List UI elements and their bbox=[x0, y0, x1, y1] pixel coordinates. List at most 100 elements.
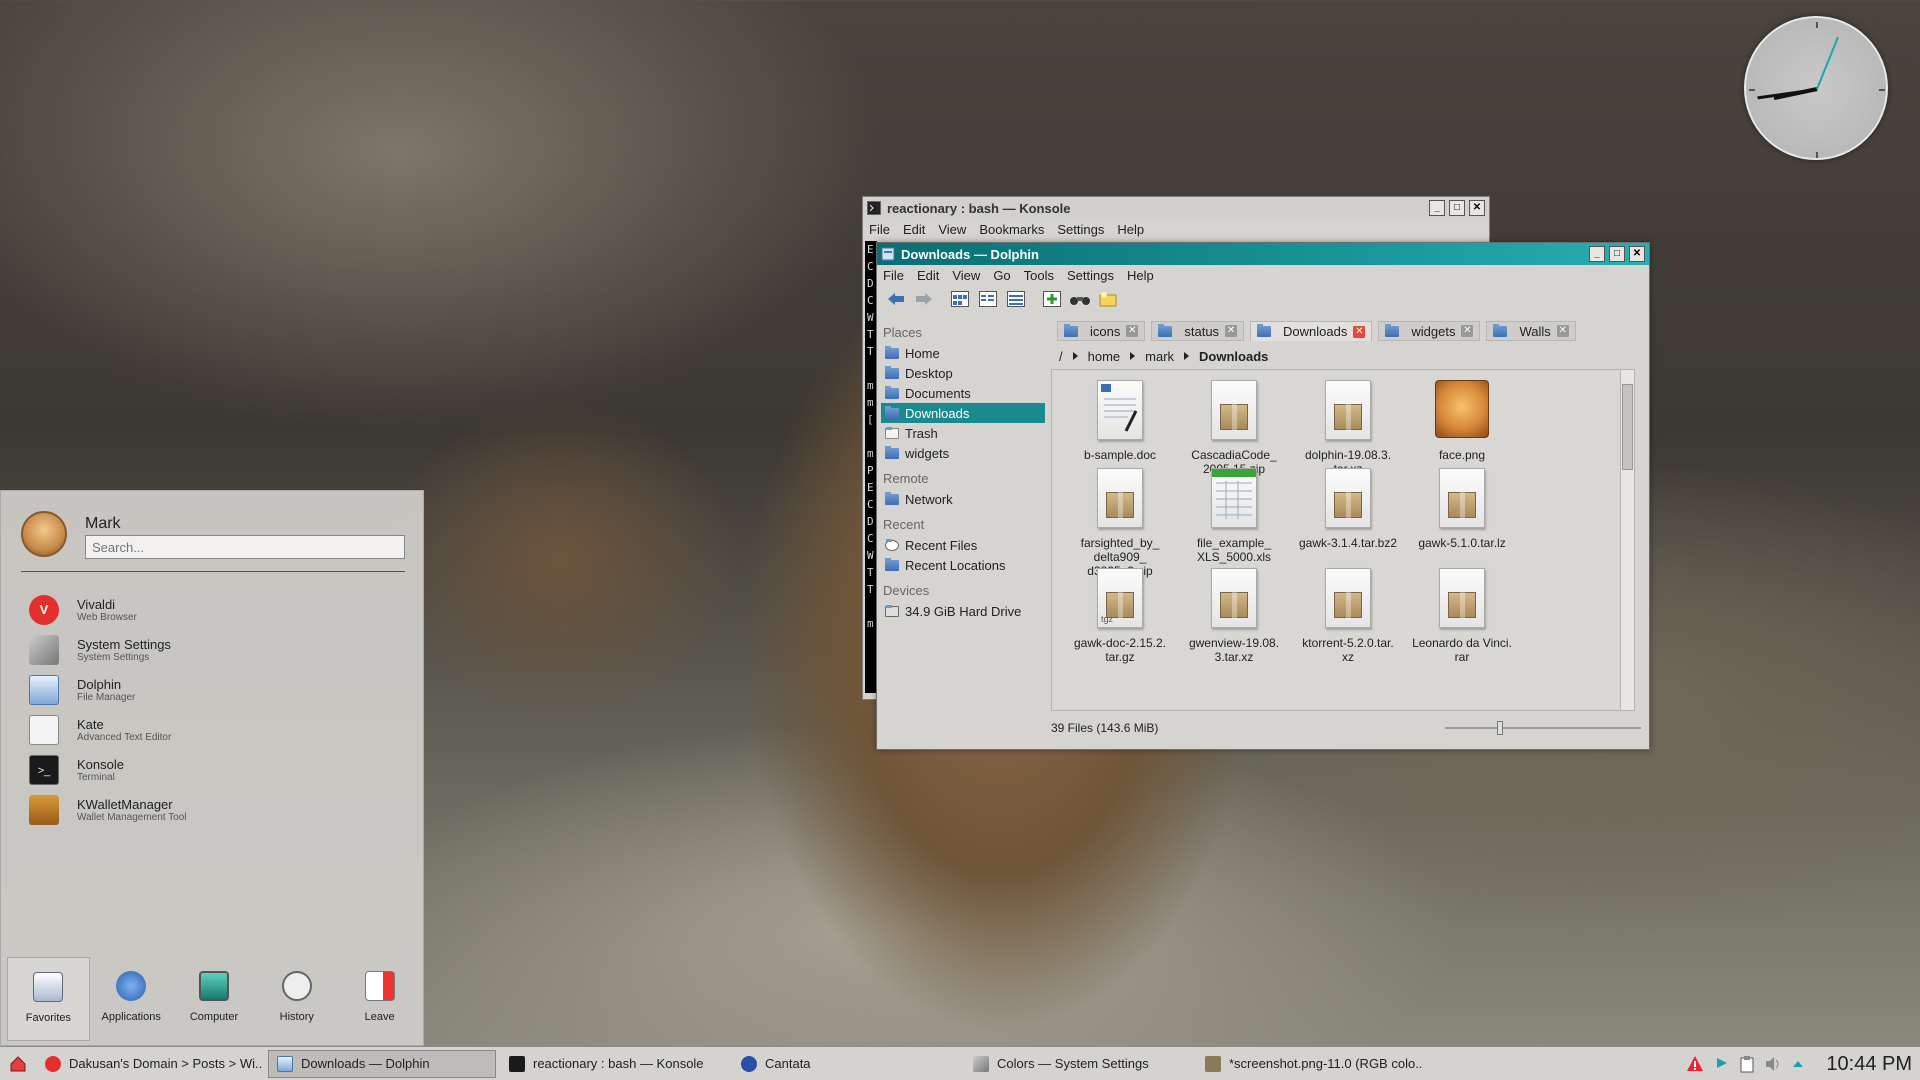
tab-leave[interactable]: Leave bbox=[338, 957, 421, 1041]
task-system-settings[interactable]: Colors — System Settings bbox=[964, 1050, 1192, 1078]
launcher-button[interactable] bbox=[4, 1050, 32, 1078]
dolphin-titlebar[interactable]: Downloads — Dolphin _ □ ✕ bbox=[877, 243, 1649, 265]
minimize-button[interactable]: _ bbox=[1589, 246, 1605, 262]
warning-icon[interactable] bbox=[1686, 1055, 1704, 1073]
file-item[interactable]: tgz gawk-doc-2.15.2. tar.gz bbox=[1060, 568, 1180, 664]
zoom-slider[interactable] bbox=[1445, 721, 1641, 735]
volume-icon[interactable] bbox=[1764, 1056, 1782, 1072]
scrollbar-thumb[interactable] bbox=[1622, 384, 1633, 470]
task-dolphin[interactable]: Downloads — Dolphin bbox=[268, 1049, 496, 1078]
menu-help[interactable]: Help bbox=[1127, 268, 1154, 283]
taskbar-clock[interactable]: 10:44 PM bbox=[1826, 1053, 1912, 1076]
details-view-button[interactable] bbox=[1005, 288, 1027, 310]
close-button[interactable]: ✕ bbox=[1629, 246, 1645, 262]
menu-help[interactable]: Help bbox=[1117, 222, 1144, 237]
file-item[interactable]: ktorrent-5.2.0.tar. xz bbox=[1288, 568, 1408, 664]
chevron-up-icon[interactable] bbox=[1792, 1058, 1804, 1070]
tab-applications[interactable]: Applications bbox=[90, 957, 173, 1041]
place-recent-files[interactable]: Recent Files bbox=[881, 535, 1045, 555]
icons-view-button[interactable] bbox=[949, 288, 971, 310]
menu-file[interactable]: File bbox=[883, 268, 904, 283]
breadcrumb-root[interactable]: / bbox=[1059, 349, 1063, 364]
flag-icon[interactable] bbox=[1714, 1056, 1730, 1072]
zoom-slider-handle[interactable] bbox=[1497, 721, 1503, 735]
menu-go[interactable]: Go bbox=[993, 268, 1010, 283]
file-item[interactable]: b-sample.doc bbox=[1060, 380, 1180, 462]
place-documents[interactable]: Documents bbox=[881, 383, 1045, 403]
file-item[interactable]: face.png bbox=[1402, 380, 1522, 462]
breadcrumb-home[interactable]: home bbox=[1088, 349, 1121, 364]
favorite-kwalletmanager[interactable]: KWalletManager Wallet Management Tool bbox=[29, 791, 409, 829]
divider bbox=[21, 571, 405, 572]
menu-tools[interactable]: Tools bbox=[1024, 268, 1054, 283]
file-item[interactable]: gawk-3.1.4.tar.bz2 bbox=[1288, 468, 1408, 550]
menu-edit[interactable]: Edit bbox=[917, 268, 939, 283]
place-recent-locations[interactable]: Recent Locations bbox=[881, 555, 1045, 575]
task-vivaldi[interactable]: Dakusan's Domain > Posts > Wi... bbox=[36, 1050, 264, 1078]
network-folder-icon bbox=[885, 491, 899, 505]
tab-downloads[interactable]: Downloads ✕ bbox=[1250, 321, 1373, 341]
place-trash[interactable]: Trash bbox=[881, 423, 1045, 443]
favorite-system-settings[interactable]: System Settings System Settings bbox=[29, 631, 409, 669]
menu-settings[interactable]: Settings bbox=[1057, 222, 1104, 237]
menu-view[interactable]: View bbox=[938, 222, 966, 237]
close-tab-icon[interactable]: ✕ bbox=[1126, 325, 1139, 337]
dolphin-window[interactable]: Downloads — Dolphin _ □ ✕ File Edit View… bbox=[876, 242, 1650, 750]
find-button[interactable] bbox=[1069, 288, 1091, 310]
breadcrumb-mark[interactable]: mark bbox=[1145, 349, 1174, 364]
place-desktop[interactable]: Desktop bbox=[881, 363, 1045, 383]
favorite-vivaldi[interactable]: V Vivaldi Web Browser bbox=[29, 591, 409, 629]
file-item[interactable]: gawk-5.1.0.tar.lz bbox=[1402, 468, 1522, 550]
device-hard-drive[interactable]: 34.9 GiB Hard Drive bbox=[881, 601, 1045, 621]
close-button[interactable]: ✕ bbox=[1469, 200, 1485, 216]
breadcrumb-downloads[interactable]: Downloads bbox=[1199, 349, 1268, 364]
menu-file[interactable]: File bbox=[869, 222, 890, 237]
tab-favorites[interactable]: Favorites bbox=[7, 957, 90, 1041]
new-folder-button[interactable] bbox=[1097, 288, 1119, 310]
tab-status[interactable]: status ✕ bbox=[1151, 321, 1245, 341]
minimize-button[interactable]: _ bbox=[1429, 200, 1445, 216]
forward-button[interactable] bbox=[913, 288, 935, 310]
close-tab-icon[interactable]: ✕ bbox=[1225, 325, 1238, 337]
tab-computer[interactable]: Computer bbox=[173, 957, 256, 1041]
back-button[interactable] bbox=[885, 288, 907, 310]
task-cantata[interactable]: Cantata bbox=[732, 1050, 960, 1078]
file-item[interactable]: dolphin-19.08.3. tar.xz bbox=[1288, 380, 1408, 476]
close-tab-icon[interactable]: ✕ bbox=[1556, 325, 1569, 337]
compact-view-button[interactable] bbox=[977, 288, 999, 310]
place-network[interactable]: Network bbox=[881, 489, 1045, 509]
favorite-kate[interactable]: Kate Advanced Text Editor bbox=[29, 711, 409, 749]
place-downloads[interactable]: Downloads bbox=[881, 403, 1045, 423]
tab-widgets[interactable]: widgets ✕ bbox=[1378, 321, 1481, 341]
tab-walls[interactable]: Walls ✕ bbox=[1486, 321, 1576, 341]
favorite-dolphin[interactable]: Dolphin File Manager bbox=[29, 671, 409, 709]
tab-history[interactable]: History bbox=[255, 957, 338, 1041]
konsole-titlebar[interactable]: reactionary : bash — Konsole _ □ ✕ bbox=[863, 197, 1489, 219]
menu-view[interactable]: View bbox=[952, 268, 980, 283]
tab-label: Leave bbox=[364, 1011, 395, 1023]
file-item[interactable]: file_example_ XLS_5000.xls bbox=[1174, 468, 1294, 564]
menu-edit[interactable]: Edit bbox=[903, 222, 925, 237]
vertical-scrollbar[interactable] bbox=[1620, 370, 1634, 710]
favorite-konsole[interactable]: >_ Konsole Terminal bbox=[29, 751, 409, 789]
place-widgets[interactable]: widgets bbox=[881, 443, 1045, 463]
tab-icons[interactable]: icons ✕ bbox=[1057, 321, 1146, 341]
file-item[interactable]: gwenview-19.08. 3.tar.xz bbox=[1174, 568, 1294, 664]
menu-bookmarks[interactable]: Bookmarks bbox=[979, 222, 1044, 237]
task-gimp[interactable]: *screenshot.png-11.0 (RGB colo... bbox=[1196, 1050, 1424, 1078]
file-item[interactable]: Leonardo da Vinci. rar bbox=[1402, 568, 1522, 664]
place-home[interactable]: Home bbox=[881, 343, 1045, 363]
analog-clock-widget[interactable] bbox=[1744, 16, 1888, 160]
close-tab-icon[interactable]: ✕ bbox=[1461, 325, 1474, 337]
file-item[interactable]: farsighted_by_ delta909_ d3825a3.zip bbox=[1060, 468, 1180, 578]
file-item[interactable]: CascadiaCode_ 2005.15.zip bbox=[1174, 380, 1294, 476]
task-konsole[interactable]: reactionary : bash — Konsole bbox=[500, 1050, 728, 1078]
file-view[interactable]: b-sample.doc CascadiaCode_ 2005.15.zip d… bbox=[1051, 369, 1635, 711]
maximize-button[interactable]: □ bbox=[1449, 200, 1465, 216]
menu-settings[interactable]: Settings bbox=[1067, 268, 1114, 283]
search-input[interactable] bbox=[85, 535, 405, 559]
maximize-button[interactable]: □ bbox=[1609, 246, 1625, 262]
split-view-button[interactable] bbox=[1041, 288, 1063, 310]
clipboard-icon[interactable] bbox=[1740, 1055, 1754, 1073]
close-tab-icon[interactable]: ✕ bbox=[1353, 325, 1366, 338]
